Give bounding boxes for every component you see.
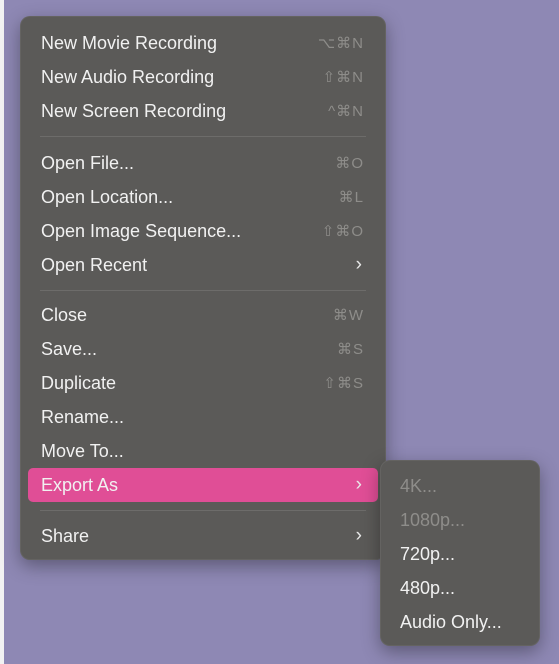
submenu-item-720p[interactable]: 720p...: [388, 538, 532, 570]
menu-item-label: New Screen Recording: [41, 101, 227, 121]
file-menu: New Movie Recording ⌥⌘N New Audio Record…: [20, 16, 386, 560]
menu-item-new-audio-recording[interactable]: New Audio Recording ⇧⌘N: [28, 60, 378, 94]
menu-item-shortcut: ⌥⌘N: [317, 35, 364, 52]
window-edge: [0, 0, 4, 664]
menu-separator: [40, 510, 366, 511]
menu-item-label: Open Image Sequence...: [41, 221, 242, 241]
menu-separator: [40, 290, 366, 291]
menu-item-label: Share: [41, 526, 90, 546]
menu-item-label: Save...: [41, 339, 98, 359]
menu-item-label: New Movie Recording: [41, 33, 218, 53]
menu-item-open-file[interactable]: Open File... ⌘O: [28, 146, 378, 180]
menu-item-open-recent[interactable]: Open Recent ›: [28, 248, 378, 282]
menu-item-export-as[interactable]: Export As ›: [28, 468, 378, 502]
submenu-item-label: 480p...: [400, 578, 456, 598]
chevron-right-icon: ›: [355, 254, 362, 275]
menu-item-label: Open File...: [41, 153, 135, 173]
submenu-item-480p[interactable]: 480p...: [388, 572, 532, 604]
menu-item-label: Open Location...: [41, 187, 174, 207]
menu-item-shortcut: ⇧⌘N: [322, 69, 364, 86]
menu-item-open-image-sequence[interactable]: Open Image Sequence... ⇧⌘O: [28, 214, 378, 248]
menu-item-open-location[interactable]: Open Location... ⌘L: [28, 180, 378, 214]
menu-item-label: Close: [41, 305, 88, 325]
menu-item-move-to[interactable]: Move To...: [28, 434, 378, 468]
submenu-item-audio-only[interactable]: Audio Only...: [388, 606, 532, 638]
menu-item-share[interactable]: Share ›: [28, 519, 378, 553]
menu-item-label: Duplicate: [41, 373, 117, 393]
chevron-right-icon: ›: [355, 474, 362, 495]
menu-separator: [40, 136, 366, 137]
menu-item-shortcut: ⌘L: [338, 189, 364, 206]
export-as-submenu: 4K... 1080p... 720p... 480p... Audio Onl…: [380, 460, 540, 646]
menu-item-shortcut: ⌘S: [336, 341, 364, 358]
menu-item-shortcut: ⌘O: [335, 155, 364, 172]
menu-item-shortcut: ^⌘N: [328, 103, 364, 120]
menu-item-rename[interactable]: Rename...: [28, 400, 378, 434]
submenu-item-label: 1080p...: [400, 510, 466, 530]
submenu-item-label: Audio Only...: [400, 612, 502, 632]
submenu-item-1080p: 1080p...: [388, 504, 532, 536]
menu-item-label: Rename...: [41, 407, 125, 427]
menu-item-label: Export As: [41, 475, 119, 495]
menu-item-duplicate[interactable]: Duplicate ⇧⌘S: [28, 366, 378, 400]
menu-item-label: Move To...: [41, 441, 124, 461]
menu-item-label: New Audio Recording: [41, 67, 215, 87]
submenu-item-label: 720p...: [400, 544, 456, 564]
menu-item-new-movie-recording[interactable]: New Movie Recording ⌥⌘N: [28, 26, 378, 60]
menu-item-shortcut: ⇧⌘O: [321, 223, 364, 240]
menu-item-label: Open Recent: [41, 255, 148, 275]
chevron-right-icon: ›: [355, 525, 362, 546]
menu-item-shortcut: ⇧⌘S: [323, 375, 364, 392]
menu-item-close[interactable]: Close ⌘W: [28, 298, 378, 332]
menu-item-new-screen-recording[interactable]: New Screen Recording ^⌘N: [28, 94, 378, 128]
submenu-item-label: 4K...: [400, 476, 438, 496]
submenu-item-4k: 4K...: [388, 470, 532, 502]
menu-item-save[interactable]: Save... ⌘S: [28, 332, 378, 366]
menu-item-shortcut: ⌘W: [332, 307, 364, 324]
